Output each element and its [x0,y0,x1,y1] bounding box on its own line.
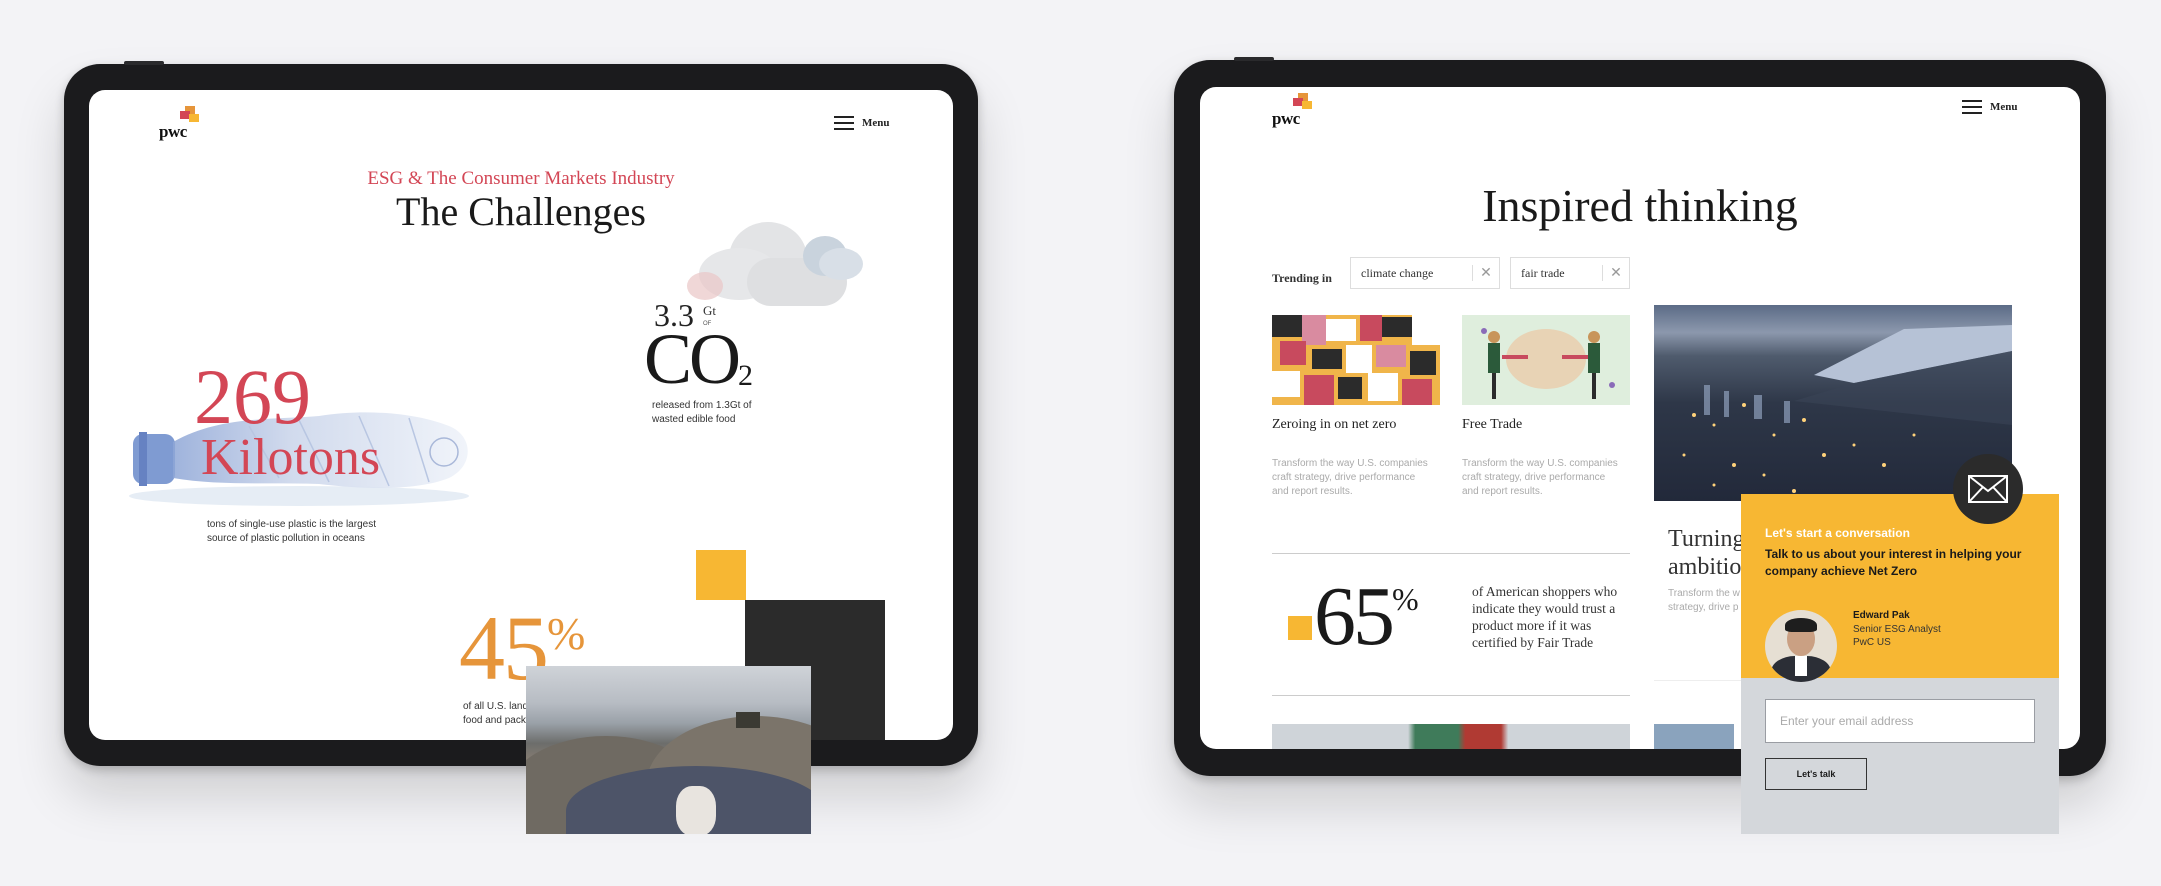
card-description: Transform the way U.S. companies craft s… [1462,458,1618,497]
trending-chip[interactable]: climate change ✕ [1350,257,1500,289]
close-icon[interactable]: ✕ [1603,265,1629,282]
landfill-photo [526,666,811,834]
menu-button[interactable]: Menu [1962,100,2018,114]
lets-talk-button[interactable]: Let's talk [1765,758,1867,790]
menu-label: Menu [1990,101,2018,113]
card-thumbnail[interactable] [1462,315,1630,405]
card-title[interactable]: Free Trade [1462,417,1522,433]
stat-description: of American shoppers who indicate they w… [1472,584,1618,650]
trending-label: Trending in [1272,271,1332,285]
co2-label: CO2 [644,319,754,399]
pwc-logo[interactable]: pwc [159,106,199,142]
co2-unit: Gt [703,303,716,318]
plastic-description: tons of single-use plastic is the larges… [207,519,376,544]
hamburger-menu-icon [1962,100,1982,114]
page-title: Inspired thinking [1482,180,1798,231]
close-icon[interactable]: ✕ [1473,265,1499,282]
contact-popup: Let's start a conversation Talk to us ab… [1741,454,2059,834]
chip-label: fair trade [1521,265,1565,280]
menu-label: Menu [862,117,890,129]
decorative-yellow-square [1288,616,1312,640]
email-field[interactable] [1765,699,2035,743]
envelope-icon[interactable] [1953,454,2023,524]
tablet-top-button [124,61,164,65]
card-thumbnail[interactable] [1272,724,1630,749]
menu-button[interactable]: Menu [834,116,890,130]
co2-description: released from 1.3Gt of wasted edible foo… [652,400,752,425]
contact-role: Senior ESG Analyst PwC US [1853,624,1941,648]
divider [1272,553,1630,554]
divider [1272,695,1630,696]
tablet-top-button [1234,57,1274,61]
card-thumbnail[interactable] [1654,724,1734,749]
page-title: The Challenges [396,189,646,234]
plastic-unit: Kilotons [201,429,381,486]
page-kicker: ESG & The Consumer Markets Industry [367,168,675,189]
left-tablet: pwc Menu ESG & The Consumer Markets Indu… [64,61,978,766]
trending-chip[interactable]: fair trade ✕ [1510,257,1630,289]
pwc-logo[interactable]: pwc [1272,93,1312,129]
decorative-yellow-square [696,550,746,600]
logo-text: pwc [1272,109,1300,128]
card-thumbnail[interactable] [1272,315,1440,405]
hamburger-menu-icon [834,116,854,130]
stat-value: 65% [1314,570,1419,663]
plastic-value: 269 [194,353,311,440]
chip-label: climate change [1361,265,1434,280]
card-title[interactable]: Zeroing in on net zero [1272,417,1396,433]
left-screen: pwc Menu ESG & The Consumer Markets Indu… [89,90,953,740]
contact-name: Edward Pak [1853,610,1910,621]
logo-text: pwc [159,122,187,141]
popup-lead: Let's start a conversation [1765,526,1910,540]
avatar [1765,610,1837,682]
popup-message: Talk to us about your interest in helpin… [1765,547,2022,578]
card-description: Transform the way U.S. companies craft s… [1272,458,1428,497]
